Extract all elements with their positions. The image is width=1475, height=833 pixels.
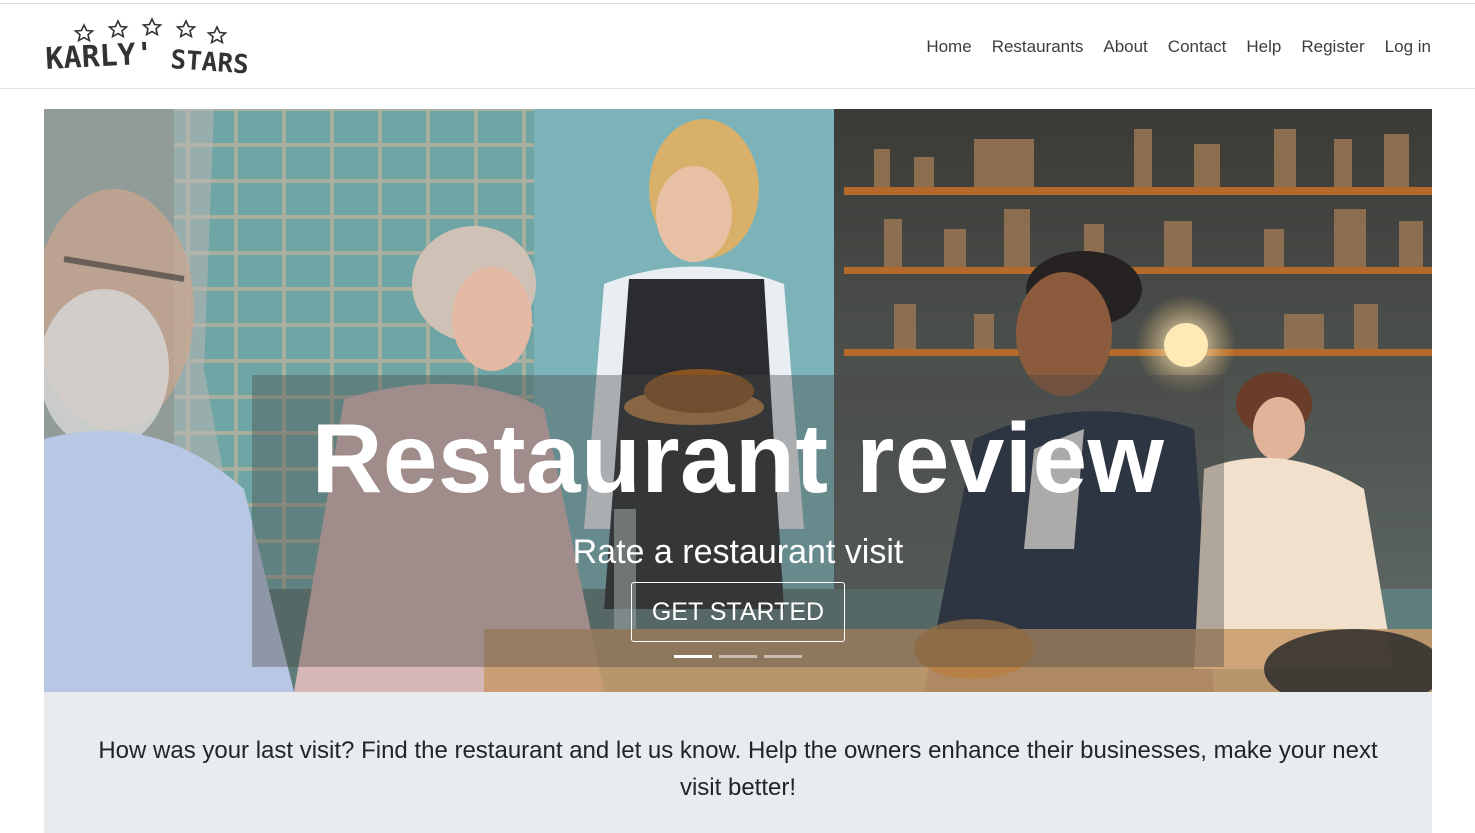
navbar: KARLY' STARS Home Restaurants About Cont… xyxy=(0,4,1475,89)
nav-home[interactable]: Home xyxy=(926,37,971,57)
carousel-indicators xyxy=(674,655,809,658)
brand-logo[interactable]: KARLY' STARS xyxy=(44,12,259,84)
carousel-indicator-2[interactable] xyxy=(719,655,757,658)
nav-about[interactable]: About xyxy=(1103,37,1147,57)
five-star-logo: KARLY' STARS xyxy=(45,17,250,80)
carousel-indicator-1[interactable] xyxy=(674,655,712,658)
nav-help[interactable]: Help xyxy=(1246,37,1281,57)
nav-login[interactable]: Log in xyxy=(1385,37,1431,57)
nav-contact[interactable]: Contact xyxy=(1168,37,1227,57)
hero-title: Restaurant review xyxy=(311,403,1165,513)
intro-text: How was your last visit? Find the restau… xyxy=(98,737,1378,801)
hero-subtitle: Rate a restaurant visit xyxy=(572,533,904,571)
carousel-indicator-3[interactable] xyxy=(764,655,802,658)
svg-text:STARS: STARS xyxy=(170,45,250,80)
nav-register[interactable]: Register xyxy=(1301,37,1364,57)
hero-carousel[interactable]: Restaurant review Rate a restaurant visi… xyxy=(44,109,1432,692)
get-started-button[interactable]: GET STARTED xyxy=(631,582,845,642)
main-nav: Home Restaurants About Contact Help Regi… xyxy=(906,4,1431,89)
intro-section: How was your last visit? Find the restau… xyxy=(44,692,1432,833)
svg-text:KARLY': KARLY' xyxy=(45,36,155,77)
nav-restaurants[interactable]: Restaurants xyxy=(992,37,1084,57)
